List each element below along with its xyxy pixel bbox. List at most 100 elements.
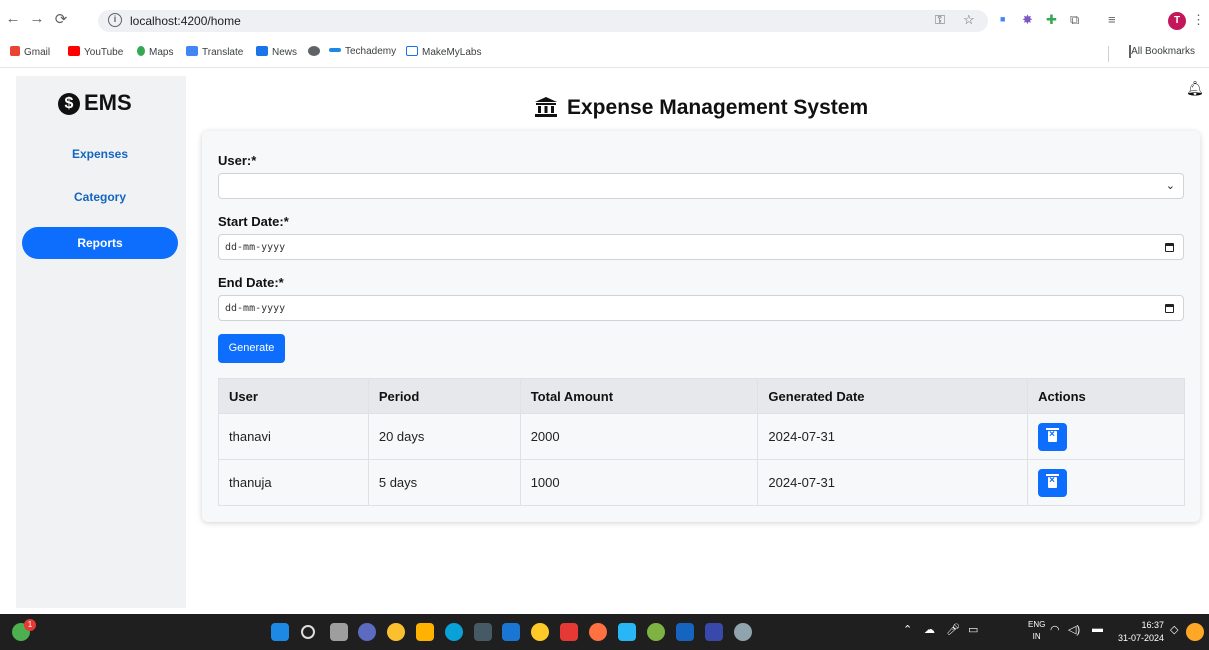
table-header-row: User Period Total Amount Generated Date …	[218, 378, 1185, 414]
mysql-icon[interactable]	[618, 623, 636, 641]
bookmark-translate[interactable]: Translate	[186, 46, 243, 58]
address-bar[interactable]: i localhost:4200/home	[98, 10, 988, 32]
back-icon[interactable]: ←	[4, 10, 22, 27]
globe-icon	[308, 46, 320, 56]
extension-icon[interactable]: ✚	[1046, 12, 1057, 28]
generate-button[interactable]: Generate	[218, 334, 285, 363]
bookmarks-bar: Gmail YouTube Maps Translate News Techad…	[0, 40, 1209, 68]
end-date-label: End Date:*	[218, 275, 284, 290]
bookmark-globe[interactable]	[308, 46, 324, 58]
chevron-down-icon: ⌄	[1165, 180, 1175, 192]
notification-bell-icon[interactable]: 🔔︎	[1186, 80, 1204, 97]
cell-total-amount: 1000	[519, 459, 759, 506]
spring-icon[interactable]	[647, 623, 665, 641]
bookmark-maps[interactable]: Maps	[137, 46, 173, 58]
os-taskbar: 1 ⌃ ☁ 🎤︎ ▭ ENG IN ◠ ◁) ▬ 16:37 31-07-2024 …	[0, 614, 1209, 650]
delete-button[interactable]	[1038, 468, 1068, 497]
table-row: thanavi 20 days 2000 2024-07-31	[218, 413, 1185, 460]
column-header-actions: Actions	[1027, 378, 1185, 414]
app-icon[interactable]	[531, 623, 549, 641]
bookmark-techademy[interactable]: Techademy	[329, 46, 396, 57]
extensions-puzzle-icon[interactable]: ⧉	[1070, 12, 1079, 28]
vscode-icon[interactable]	[502, 623, 520, 641]
password-key-icon[interactable]: ⚿	[935, 12, 945, 28]
volume-icon[interactable]: ◁)	[1068, 623, 1080, 636]
sidebar-item-reports[interactable]: Reports	[22, 227, 178, 259]
trash-icon	[1046, 473, 1060, 488]
cell-period: 20 days	[367, 413, 521, 460]
bookmark-separator	[1108, 46, 1109, 62]
copilot-icon[interactable]	[1186, 623, 1204, 641]
column-header-user: User	[218, 378, 369, 414]
column-header-generated-date: Generated Date	[757, 378, 1029, 414]
tablet-icon[interactable]: ▭	[968, 623, 978, 636]
app-icon[interactable]	[705, 623, 723, 641]
user-label: User:*	[218, 153, 257, 168]
end-date-input[interactable]: dd-mm-yyyy	[218, 295, 1184, 321]
browser-toolbar: ← → ⟳ i localhost:4200/home ⚿ ☆ ■ ✸ ✚ ⧉ …	[0, 0, 1209, 40]
teams-chat-icon[interactable]	[358, 623, 376, 641]
cell-period: 5 days	[367, 459, 521, 506]
store-icon[interactable]	[474, 623, 492, 641]
file-explorer-icon[interactable]	[416, 623, 434, 641]
maps-pin-icon	[137, 46, 145, 56]
reports-table: User Period Total Amount Generated Date …	[218, 378, 1185, 506]
edge-icon[interactable]	[445, 623, 463, 641]
mcafee-icon[interactable]	[560, 623, 578, 641]
user-select[interactable]: ⌄	[218, 173, 1184, 199]
notification-badge: 1	[24, 619, 36, 631]
profile-avatar[interactable]: T	[1168, 12, 1186, 30]
site-info-icon[interactable]: i	[108, 13, 122, 27]
bookmark-star-icon[interactable]: ☆	[963, 12, 975, 28]
postman-icon[interactable]	[589, 623, 607, 641]
sidebar-item-expenses[interactable]: Expenses	[22, 138, 178, 170]
url-text: localhost:4200/home	[130, 14, 241, 28]
table-row: thanuja 5 days 1000 2024-07-31	[218, 459, 1185, 506]
youtube-icon	[68, 46, 80, 56]
bookmark-gmail[interactable]: Gmail	[10, 46, 50, 58]
forward-icon[interactable]: →	[28, 10, 46, 27]
cloud-icon[interactable]: ☁	[924, 623, 935, 636]
techademy-icon	[329, 48, 341, 52]
system-clock[interactable]: 16:37 31-07-2024	[1118, 619, 1164, 645]
trash-icon	[1046, 427, 1060, 442]
language-indicator[interactable]: ENG IN	[1028, 619, 1045, 643]
search-icon[interactable]	[301, 625, 315, 639]
word-icon[interactable]	[676, 623, 694, 641]
all-bookmarks[interactable]: All Bookmarks	[1129, 45, 1195, 58]
gmail-icon	[10, 46, 20, 56]
dollar-icon: $	[58, 93, 80, 115]
reload-icon[interactable]: ⟳	[52, 10, 70, 28]
bank-icon	[535, 97, 557, 117]
calendar-icon[interactable]	[1165, 304, 1174, 313]
column-header-total-amount: Total Amount	[519, 378, 759, 414]
extension-icon[interactable]: ✸	[1022, 12, 1033, 28]
calendar-icon[interactable]	[1165, 243, 1174, 252]
windows-start-icon[interactable]	[271, 623, 289, 641]
sidebar-item-category[interactable]: Category	[22, 181, 178, 213]
cell-generated-date: 2024-07-31	[757, 459, 1029, 506]
delete-button[interactable]	[1038, 422, 1068, 451]
cell-generated-date: 2024-07-31	[757, 413, 1029, 460]
cell-actions	[1027, 459, 1185, 506]
cell-user: thanuja	[218, 459, 369, 506]
reading-list-icon[interactable]: ≡	[1108, 12, 1116, 27]
settings-gear-icon[interactable]	[734, 623, 752, 641]
makemylabs-icon	[406, 46, 418, 56]
start-date-input[interactable]: dd-mm-yyyy	[218, 234, 1184, 260]
bookmark-youtube[interactable]: YouTube	[68, 46, 123, 58]
task-view-icon[interactable]	[330, 623, 348, 641]
extension-icon[interactable]: ■	[1000, 14, 1005, 24]
chrome-icon[interactable]	[387, 623, 405, 641]
news-icon	[256, 46, 268, 56]
microphone-icon[interactable]: 🎤︎	[946, 623, 960, 636]
notification-bell-icon[interactable]: ◇	[1170, 623, 1178, 636]
battery-icon[interactable]: ▬	[1092, 623, 1103, 635]
bookmark-news[interactable]: News	[256, 46, 297, 58]
app-logo: $ EMS	[58, 90, 132, 116]
menu-kebab-icon[interactable]: ⋮	[1192, 12, 1205, 28]
cell-actions	[1027, 413, 1185, 460]
wifi-icon[interactable]: ◠	[1050, 623, 1060, 636]
chevron-up-icon[interactable]: ⌃	[903, 623, 912, 636]
bookmark-makemylabs[interactable]: MakeMyLabs	[406, 46, 481, 58]
